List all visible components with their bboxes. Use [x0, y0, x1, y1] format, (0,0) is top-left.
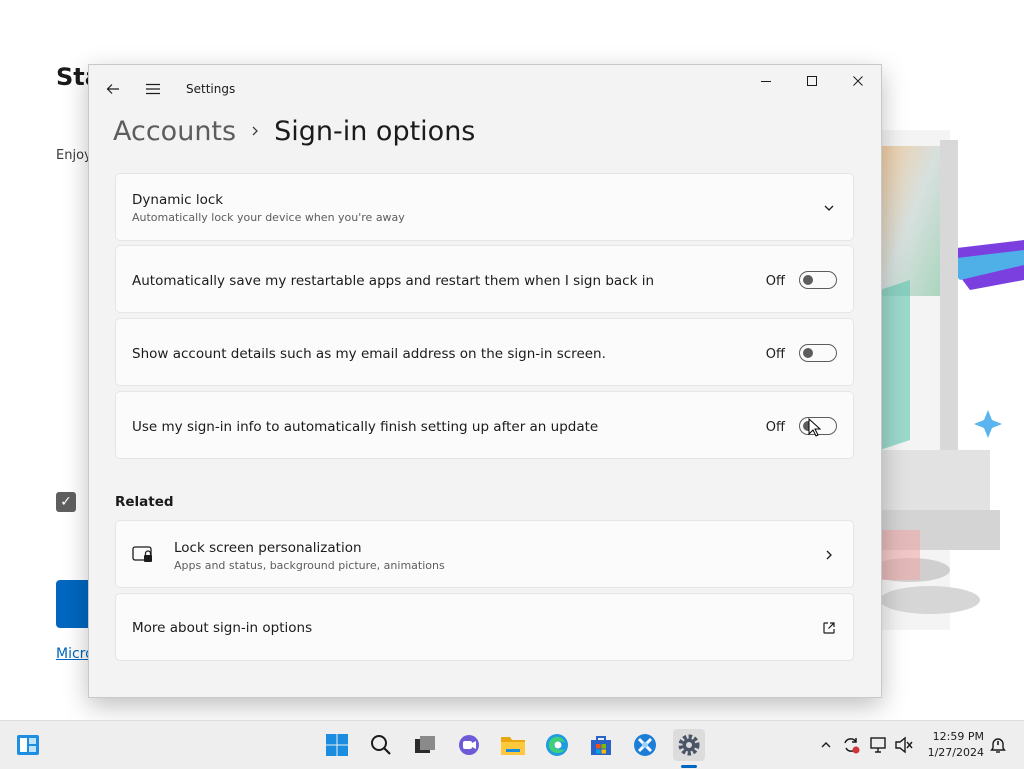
task-view-button[interactable]: [409, 729, 441, 761]
task-view-icon: [415, 736, 435, 753]
pinned-app-button[interactable]: [629, 729, 661, 761]
sign-in-info-label: Use my sign-in info to automatically fin…: [132, 419, 599, 435]
search-button[interactable]: [365, 729, 397, 761]
notification-bell-icon: [990, 738, 1006, 753]
edge-icon: [546, 734, 568, 756]
chat-button[interactable]: [453, 729, 485, 761]
external-link-icon: [823, 622, 835, 634]
edge-button[interactable]: [541, 729, 573, 761]
store-button[interactable]: [585, 729, 617, 761]
restartable-apps-card: Automatically save my restartable apps a…: [115, 245, 854, 313]
back-button[interactable]: [97, 73, 129, 105]
account-details-state: Off: [765, 347, 785, 362]
hamburger-menu-icon: [146, 83, 160, 95]
lock-screen-subtitle: Apps and status, background picture, ani…: [174, 559, 445, 572]
account-details-label: Show account details such as my email ad…: [132, 346, 606, 362]
settings-icon: [678, 734, 700, 756]
speaker-muted-icon: [895, 736, 913, 754]
more-sign-in-options-card[interactable]: More about sign-in options: [115, 593, 854, 661]
breadcrumb: Accounts Sign-in options: [113, 111, 475, 151]
minimize-icon: [761, 81, 771, 82]
network-icon: [870, 737, 886, 753]
external-link-button: [821, 620, 837, 636]
maximize-icon: [807, 76, 817, 86]
close-icon: [853, 76, 863, 86]
toggle-knob: [803, 348, 813, 358]
sign-in-info-state: Off: [765, 420, 785, 435]
dynamic-lock-title: Dynamic lock: [132, 192, 224, 208]
sync-icon: [844, 738, 860, 754]
breadcrumb-chevron-icon: [250, 125, 260, 137]
network-button[interactable]: [867, 733, 891, 757]
chevron-up-icon: [821, 742, 831, 748]
search-icon: [371, 735, 391, 755]
close-button[interactable]: [835, 65, 881, 97]
volume-button[interactable]: [892, 733, 916, 757]
mouse-cursor-icon: [808, 418, 822, 437]
lock-screen-icon: [132, 546, 152, 562]
dynamic-lock-subtitle: Automatically lock your device when you'…: [132, 211, 405, 224]
minimize-button[interactable]: [743, 65, 789, 97]
clock-date: 1/27/2024: [927, 746, 984, 759]
show-hidden-icons-button[interactable]: [814, 733, 838, 757]
toggle-knob: [803, 275, 813, 285]
more-sign-in-options-title: More about sign-in options: [132, 620, 313, 636]
dynamic-lock-card[interactable]: Dynamic lock Automatically lock your dev…: [115, 173, 854, 241]
file-explorer-icon: [501, 737, 525, 755]
account-details-toggle[interactable]: [799, 344, 837, 362]
restartable-apps-state: Off: [765, 274, 785, 289]
back-arrow-icon: [106, 84, 119, 94]
account-details-card: Show account details such as my email ad…: [115, 318, 854, 386]
store-icon: [591, 736, 611, 755]
settings-window: Settings Accounts Sign-in options Dynami…: [88, 64, 882, 698]
clock-time: 12:59 PM: [932, 730, 984, 743]
chevron-right-icon: [826, 550, 832, 560]
settings-content: Dynamic lock Automatically lock your dev…: [115, 161, 856, 697]
widgets-icon: [17, 735, 39, 755]
settings-taskbar-button[interactable]: [673, 729, 705, 761]
app-icon: [634, 734, 656, 756]
related-heading: Related: [115, 494, 174, 510]
expand-chevron-button[interactable]: [821, 200, 837, 216]
start-button[interactable]: [321, 729, 353, 761]
title-bar: Settings: [89, 65, 881, 113]
update-status-button[interactable]: [839, 733, 863, 757]
page-title: Sign-in options: [274, 115, 476, 147]
maximize-button[interactable]: [789, 65, 835, 97]
notifications-button[interactable]: [986, 733, 1010, 757]
navigation-menu-button[interactable]: [137, 73, 169, 105]
restartable-apps-toggle[interactable]: [799, 271, 837, 289]
breadcrumb-accounts-link[interactable]: Accounts: [113, 116, 236, 147]
file-explorer-button[interactable]: [497, 729, 529, 761]
window-title: Settings: [186, 82, 236, 96]
start-icon: [326, 734, 348, 756]
chevron-down-icon: [824, 205, 834, 211]
taskbar: 12:59 PM 1/27/2024: [0, 720, 1024, 769]
restartable-apps-label: Automatically save my restartable apps a…: [132, 273, 655, 289]
taskbar-clock[interactable]: 12:59 PM 1/27/2024: [922, 729, 984, 761]
background-app-checkbox[interactable]: ✓: [56, 492, 76, 512]
chat-icon: [459, 735, 479, 755]
decorative-illustration: [880, 130, 1024, 630]
background-app-link[interactable]: Micro: [56, 646, 90, 662]
lock-screen-chevron: [821, 547, 837, 563]
widgets-button[interactable]: [12, 729, 44, 761]
lock-screen-personalization-card[interactable]: Lock screen personalization Apps and sta…: [115, 520, 854, 588]
sign-in-info-card: Use my sign-in info to automatically fin…: [115, 391, 854, 459]
lock-screen-title: Lock screen personalization: [174, 540, 362, 556]
